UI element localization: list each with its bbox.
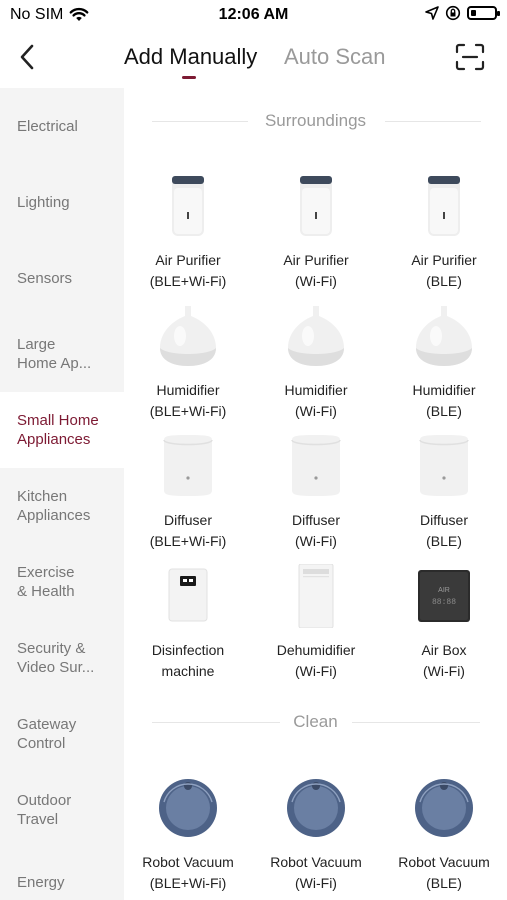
sidebar-item-electrical[interactable]: Electrical [0,88,124,164]
sidebar-item-outdoor-travel[interactable]: Outdoor Travel [0,772,124,848]
back-chevron-icon[interactable] [14,42,42,72]
disinfection-machine-icon [168,568,208,622]
section-header-clean: Clean [124,710,507,734]
device-label: Humidifier (BLE) [412,382,476,419]
device-tile[interactable]: Air Purifier (Wi-Fi) [252,174,380,300]
device-tile[interactable]: Humidifier (Wi-Fi) [252,304,380,430]
device-tile[interactable]: Robot Vacuum (Wi-Fi) [252,776,380,900]
air-purifier-icon [300,176,332,236]
location-arrow-icon [425,6,439,20]
device-label: Diffuser (Wi-Fi) [292,512,340,549]
device-tile[interactable]: Humidifier (BLE+Wi-Fi) [124,304,252,430]
device-tile[interactable]: Diffuser (BLE+Wi-Fi) [124,434,252,560]
section-header-surroundings: Surroundings [124,109,507,133]
robot-vacuum-icon [159,779,217,837]
svg-text:AIR: AIR [438,587,450,594]
sidebar-item-sensors[interactable]: Sensors [0,240,124,316]
sidebar-item-security-video[interactable]: Security & Video Sur... [0,620,124,696]
device-label: Diffuser (BLE+Wi-Fi) [149,512,227,549]
tab-add-manually[interactable]: Add Manually [124,44,257,70]
device-label: Air Box (Wi-Fi) [421,642,467,679]
dehumidifier-icon [298,564,334,628]
svg-text:88:88: 88:88 [432,598,456,607]
device-tile[interactable]: Air Purifier (BLE+Wi-Fi) [124,174,252,300]
tab-auto-scan[interactable]: Auto Scan [284,44,386,70]
sidebar-item-exercise-health[interactable]: Exercise & Health [0,544,124,620]
section-title: Surroundings [124,111,507,131]
humidifier-icon [416,306,472,366]
device-label: Diffuser (BLE) [420,512,468,549]
sidebar-item-kitchen-appliances[interactable]: Kitchen Appliances [0,468,124,544]
device-tile[interactable]: Diffuser (BLE) [380,434,507,560]
device-tile[interactable]: Humidifier (BLE) [380,304,507,430]
section-title: Clean [124,712,507,732]
air-purifier-icon [172,176,204,236]
device-label: Dehumidifier (Wi-Fi) [276,642,356,679]
category-sidebar: Electrical Lighting Sensors Large Home A… [0,88,124,900]
air-purifier-icon [428,176,460,236]
diffuser-icon [163,435,213,496]
orientation-lock-icon [445,5,461,21]
diffuser-icon [419,435,469,496]
device-label: Disinfection machine [151,642,225,679]
device-label: Air Purifier (BLE) [411,252,477,289]
diffuser-icon [291,435,341,496]
sidebar-item-large-home-appliances[interactable]: Large Home Ap... [0,316,124,392]
device-tile[interactable]: AIR 88:88 Air Box (Wi-Fi) [380,564,507,690]
robot-vacuum-icon [287,779,345,837]
device-label: Humidifier (BLE+Wi-Fi) [149,382,227,419]
humidifier-icon [288,306,344,366]
device-tile[interactable]: Diffuser (Wi-Fi) [252,434,380,560]
scan-icon[interactable] [455,43,485,71]
battery-icon [467,6,500,20]
sidebar-item-energy[interactable]: Energy [0,844,124,900]
sidebar-item-small-home-appliances[interactable]: Small Home Appliances [0,392,124,468]
device-label: Robot Vacuum (BLE) [398,854,490,891]
device-tile[interactable]: Robot Vacuum (BLE) [380,776,507,900]
humidifier-icon [160,306,216,366]
status-right [425,5,500,21]
sidebar-item-gateway-control[interactable]: Gateway Control [0,696,124,772]
device-tile[interactable]: Dehumidifier (Wi-Fi) [252,564,380,690]
robot-vacuum-icon [415,779,473,837]
air-box-icon: AIR 88:88 [418,570,470,622]
header: Add Manually Auto Scan [0,32,507,88]
active-tab-indicator [182,76,196,79]
device-label: Humidifier (Wi-Fi) [284,382,348,419]
device-label: Robot Vacuum (Wi-Fi) [270,854,362,891]
device-list: Surroundings Air Purifier (BLE+Wi-Fi) Air… [124,88,507,900]
device-tile[interactable]: Robot Vacuum (BLE+Wi-Fi) [124,776,252,900]
device-label: Robot Vacuum (BLE+Wi-Fi) [142,854,234,891]
device-tile[interactable]: Air Purifier (BLE) [380,174,507,300]
status-bar: No SIM 12:06 AM [0,0,507,32]
device-label: Air Purifier (BLE+Wi-Fi) [149,252,227,289]
device-label: Air Purifier (Wi-Fi) [283,252,349,289]
sidebar-item-lighting[interactable]: Lighting [0,164,124,240]
device-tile[interactable]: Disinfection machine [124,564,252,690]
